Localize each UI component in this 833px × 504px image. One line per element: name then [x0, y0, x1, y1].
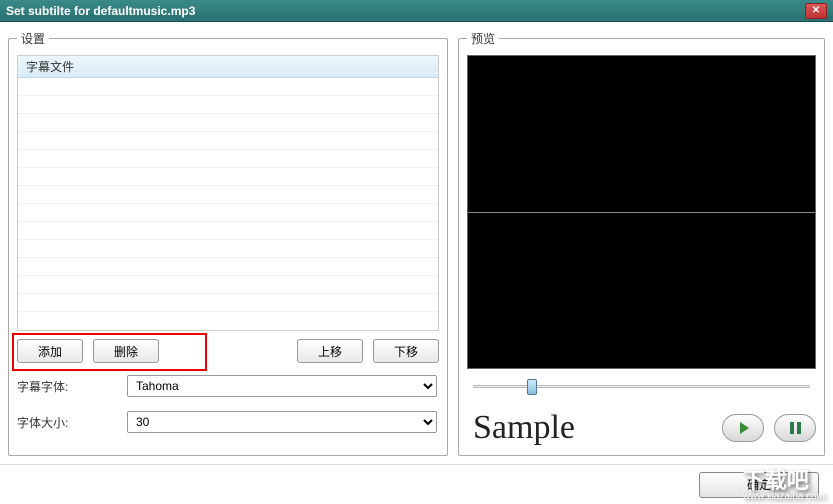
font-label: 字幕字体: — [17, 378, 127, 395]
preview-divider — [468, 212, 815, 213]
play-button[interactable] — [722, 414, 764, 442]
list-row[interactable] — [18, 240, 438, 258]
window-title: Set subtilte for defaultmusic.mp3 — [6, 4, 805, 18]
list-row[interactable] — [18, 258, 438, 276]
list-body — [18, 78, 438, 330]
pause-icon — [790, 422, 801, 434]
list-row[interactable] — [18, 168, 438, 186]
font-select[interactable]: Tahoma — [127, 375, 437, 397]
preview-video-area — [467, 55, 816, 369]
size-row: 字体大小: 30 — [17, 411, 439, 433]
list-header: 字幕文件 — [18, 56, 438, 78]
subtitle-file-list[interactable]: 字幕文件 — [17, 55, 439, 331]
list-row[interactable] — [18, 150, 438, 168]
list-row[interactable] — [18, 222, 438, 240]
preview-legend: 预览 — [467, 30, 499, 47]
list-row[interactable] — [18, 294, 438, 312]
list-buttons-row: 添加 删除 上移 下移 — [17, 339, 439, 363]
close-button[interactable]: ✕ — [805, 3, 827, 19]
list-row[interactable] — [18, 96, 438, 114]
list-row[interactable] — [18, 204, 438, 222]
sample-row: Sample — [467, 409, 816, 447]
sample-text: Sample — [467, 409, 712, 447]
add-button[interactable]: 添加 — [17, 339, 83, 363]
ok-button[interactable]: 确定 — [699, 472, 819, 498]
move-down-button[interactable]: 下移 — [373, 339, 439, 363]
settings-group: 设置 字幕文件 添加 删除 — [8, 30, 448, 456]
title-bar: Set subtilte for defaultmusic.mp3 ✕ — [0, 0, 833, 22]
font-row: 字幕字体: Tahoma — [17, 375, 439, 397]
delete-button[interactable]: 删除 — [93, 339, 159, 363]
footer-bar: 确定 — [0, 464, 833, 504]
preview-group: 预览 Sample — [458, 30, 825, 456]
list-row[interactable] — [18, 78, 438, 96]
settings-legend: 设置 — [17, 30, 49, 47]
move-up-button[interactable]: 上移 — [297, 339, 363, 363]
pause-button[interactable] — [774, 414, 816, 442]
slider-thumb[interactable] — [527, 379, 537, 395]
slider-track — [473, 385, 810, 388]
close-icon: ✕ — [812, 5, 820, 16]
size-select[interactable]: 30 — [127, 411, 437, 433]
list-row[interactable] — [18, 114, 438, 132]
play-icon — [740, 422, 749, 434]
seek-slider[interactable] — [467, 377, 816, 397]
list-row[interactable] — [18, 186, 438, 204]
list-row[interactable] — [18, 276, 438, 294]
list-row[interactable] — [18, 132, 438, 150]
size-label: 字体大小: — [17, 414, 127, 431]
